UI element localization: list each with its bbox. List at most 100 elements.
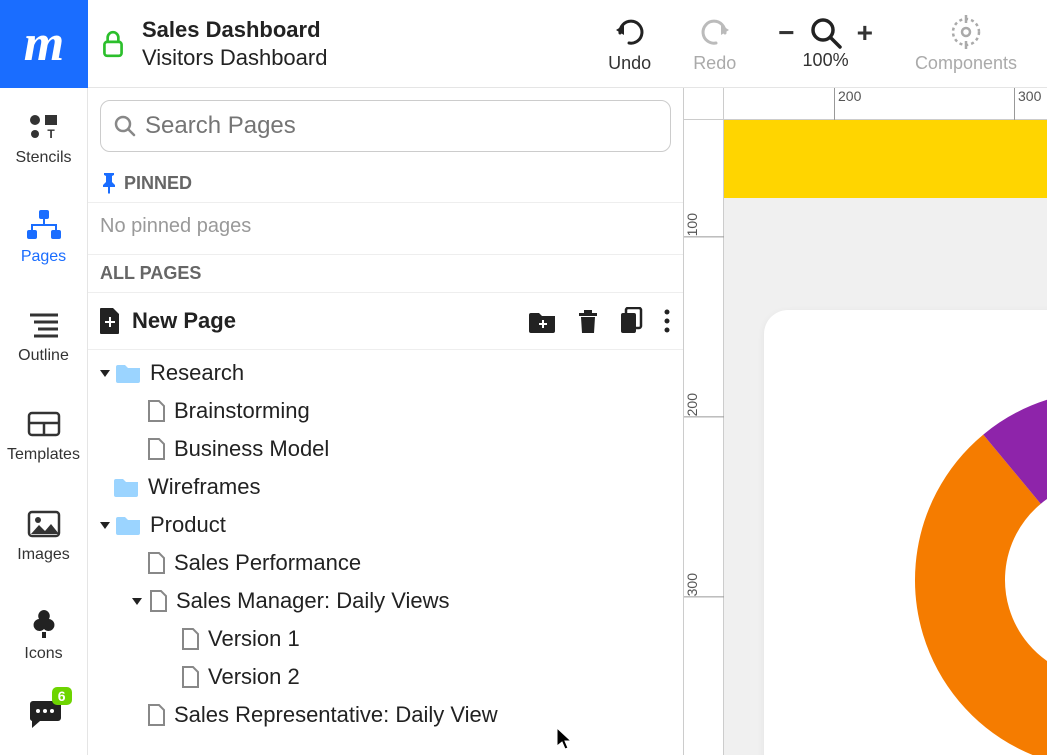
zoom-label: 100% bbox=[803, 50, 849, 71]
canvas-area: 200 300 100 200 300 bbox=[684, 88, 1047, 755]
page-version-2[interactable]: Version 2 bbox=[88, 658, 683, 696]
sidebar-item-stencils[interactable]: T Stencils bbox=[0, 88, 88, 187]
zoom-out-button[interactable]: − bbox=[778, 17, 794, 49]
page-icon bbox=[146, 703, 166, 727]
more-icon[interactable] bbox=[663, 308, 671, 334]
ruler-tick: 300 bbox=[1014, 88, 1041, 120]
new-folder-icon[interactable] bbox=[529, 309, 557, 333]
folder-label: Research bbox=[150, 360, 244, 386]
outline-icon bbox=[28, 312, 60, 338]
delete-icon[interactable] bbox=[577, 308, 599, 334]
ruler-tick: 100 bbox=[684, 210, 724, 237]
folder-product[interactable]: Product bbox=[88, 506, 683, 544]
ruler-tick: 200 bbox=[684, 390, 724, 417]
lock-button[interactable] bbox=[88, 29, 138, 59]
page-label: Version 2 bbox=[208, 664, 300, 690]
zoom-control: − + 100% bbox=[778, 16, 873, 71]
ruler-tick: 300 bbox=[684, 570, 724, 597]
page-icon bbox=[146, 551, 166, 575]
chevron-down-icon bbox=[98, 366, 112, 380]
folder-research[interactable]: Research bbox=[88, 354, 683, 392]
redo-label: Redo bbox=[693, 53, 736, 74]
page-icon bbox=[180, 627, 200, 651]
zoom-in-button[interactable]: + bbox=[857, 17, 873, 49]
page-label: Brainstorming bbox=[174, 398, 310, 424]
images-label: Images bbox=[17, 546, 69, 564]
ruler-corner bbox=[684, 88, 724, 120]
folder-icon bbox=[114, 476, 140, 498]
folder-label: Product bbox=[150, 512, 226, 538]
templates-label: Templates bbox=[7, 446, 80, 464]
svg-text:T: T bbox=[47, 127, 55, 141]
new-page-label[interactable]: New Page bbox=[132, 308, 236, 334]
pin-icon bbox=[100, 172, 118, 194]
undo-button[interactable]: Undo bbox=[608, 13, 651, 74]
document-title[interactable]: Sales Dashboard bbox=[142, 17, 327, 43]
page-icon bbox=[180, 665, 200, 689]
stencils-icon: T bbox=[27, 112, 61, 142]
sidebar-item-comments[interactable]: 6 bbox=[0, 684, 88, 744]
sidebar-item-outline[interactable]: Outline bbox=[0, 287, 88, 386]
redo-button[interactable]: Redo bbox=[693, 13, 736, 74]
page-version-1[interactable]: Version 1 bbox=[88, 620, 683, 658]
icons-icon bbox=[27, 606, 61, 640]
undo-icon bbox=[613, 17, 647, 47]
redo-icon bbox=[698, 17, 732, 47]
pages-label: Pages bbox=[21, 248, 66, 266]
page-business-model[interactable]: Business Model bbox=[88, 430, 683, 468]
ruler-vertical[interactable]: 100 200 300 bbox=[684, 120, 724, 755]
images-icon bbox=[27, 510, 61, 538]
icons-label: Icons bbox=[24, 645, 62, 663]
components-icon bbox=[949, 15, 983, 49]
page-icon bbox=[146, 437, 166, 461]
page-icon bbox=[146, 399, 166, 423]
pinned-section-header: PINNED bbox=[88, 164, 683, 203]
page-label: Business Model bbox=[174, 436, 329, 462]
page-sales-representative[interactable]: Sales Representative: Daily View bbox=[88, 696, 683, 734]
lock-icon bbox=[100, 29, 126, 59]
chevron-down-icon bbox=[98, 518, 112, 532]
components-button[interactable]: Components bbox=[915, 13, 1017, 74]
app-logo[interactable]: m bbox=[0, 0, 88, 88]
sidebar-item-icons[interactable]: Icons bbox=[0, 584, 88, 683]
sidebar-item-pages[interactable]: Pages bbox=[0, 187, 88, 286]
ruler-tick: 200 bbox=[834, 88, 861, 120]
sidebar-item-templates[interactable]: Templates bbox=[0, 386, 88, 485]
undo-label: Undo bbox=[608, 53, 651, 74]
zoom-icon[interactable] bbox=[809, 16, 843, 50]
sidebar-item-images[interactable]: Images bbox=[0, 485, 88, 584]
logo-text: m bbox=[24, 14, 64, 73]
pages-panel: PINNED No pinned pages ALL PAGES New Pag… bbox=[88, 88, 684, 755]
ruler-horizontal[interactable]: 200 300 bbox=[724, 88, 1047, 120]
folder-icon bbox=[116, 514, 142, 536]
components-label: Components bbox=[915, 53, 1017, 74]
all-pages-label: ALL PAGES bbox=[100, 263, 201, 284]
pinned-label: PINNED bbox=[124, 173, 192, 194]
page-label: Sales Performance bbox=[174, 550, 361, 576]
page-sales-performance[interactable]: Sales Performance bbox=[88, 544, 683, 582]
page-label: Sales Manager: Daily Views bbox=[176, 588, 450, 614]
document-subtitle[interactable]: Visitors Dashboard bbox=[142, 45, 327, 71]
left-sidebar: T Stencils Pages Outline Templates Image… bbox=[0, 88, 88, 755]
top-toolbar: m Sales Dashboard Visitors Dashboard Und… bbox=[0, 0, 1047, 88]
canvas-yellow-bar bbox=[724, 120, 1047, 198]
document-titles: Sales Dashboard Visitors Dashboard bbox=[138, 17, 327, 71]
new-page-icon[interactable] bbox=[98, 307, 122, 335]
folder-label: Wireframes bbox=[148, 474, 260, 500]
comment-badge: 6 bbox=[52, 687, 72, 705]
duplicate-icon[interactable] bbox=[619, 307, 643, 335]
pages-tree: Research Brainstorming Business Model Wi… bbox=[88, 350, 683, 734]
folder-wireframes[interactable]: Wireframes bbox=[88, 468, 683, 506]
search-pages-input[interactable] bbox=[145, 112, 658, 140]
search-pages-box[interactable] bbox=[100, 100, 671, 152]
stencils-label: Stencils bbox=[15, 149, 71, 167]
all-pages-section-header: ALL PAGES bbox=[88, 254, 683, 293]
page-sales-manager[interactable]: Sales Manager: Daily Views bbox=[88, 582, 683, 620]
chevron-down-icon bbox=[130, 594, 144, 608]
folder-icon bbox=[116, 362, 142, 384]
canvas-content[interactable] bbox=[724, 120, 1047, 755]
pages-icon bbox=[24, 208, 64, 244]
page-brainstorming[interactable]: Brainstorming bbox=[88, 392, 683, 430]
page-icon bbox=[148, 589, 168, 613]
new-page-row: New Page bbox=[88, 293, 683, 350]
